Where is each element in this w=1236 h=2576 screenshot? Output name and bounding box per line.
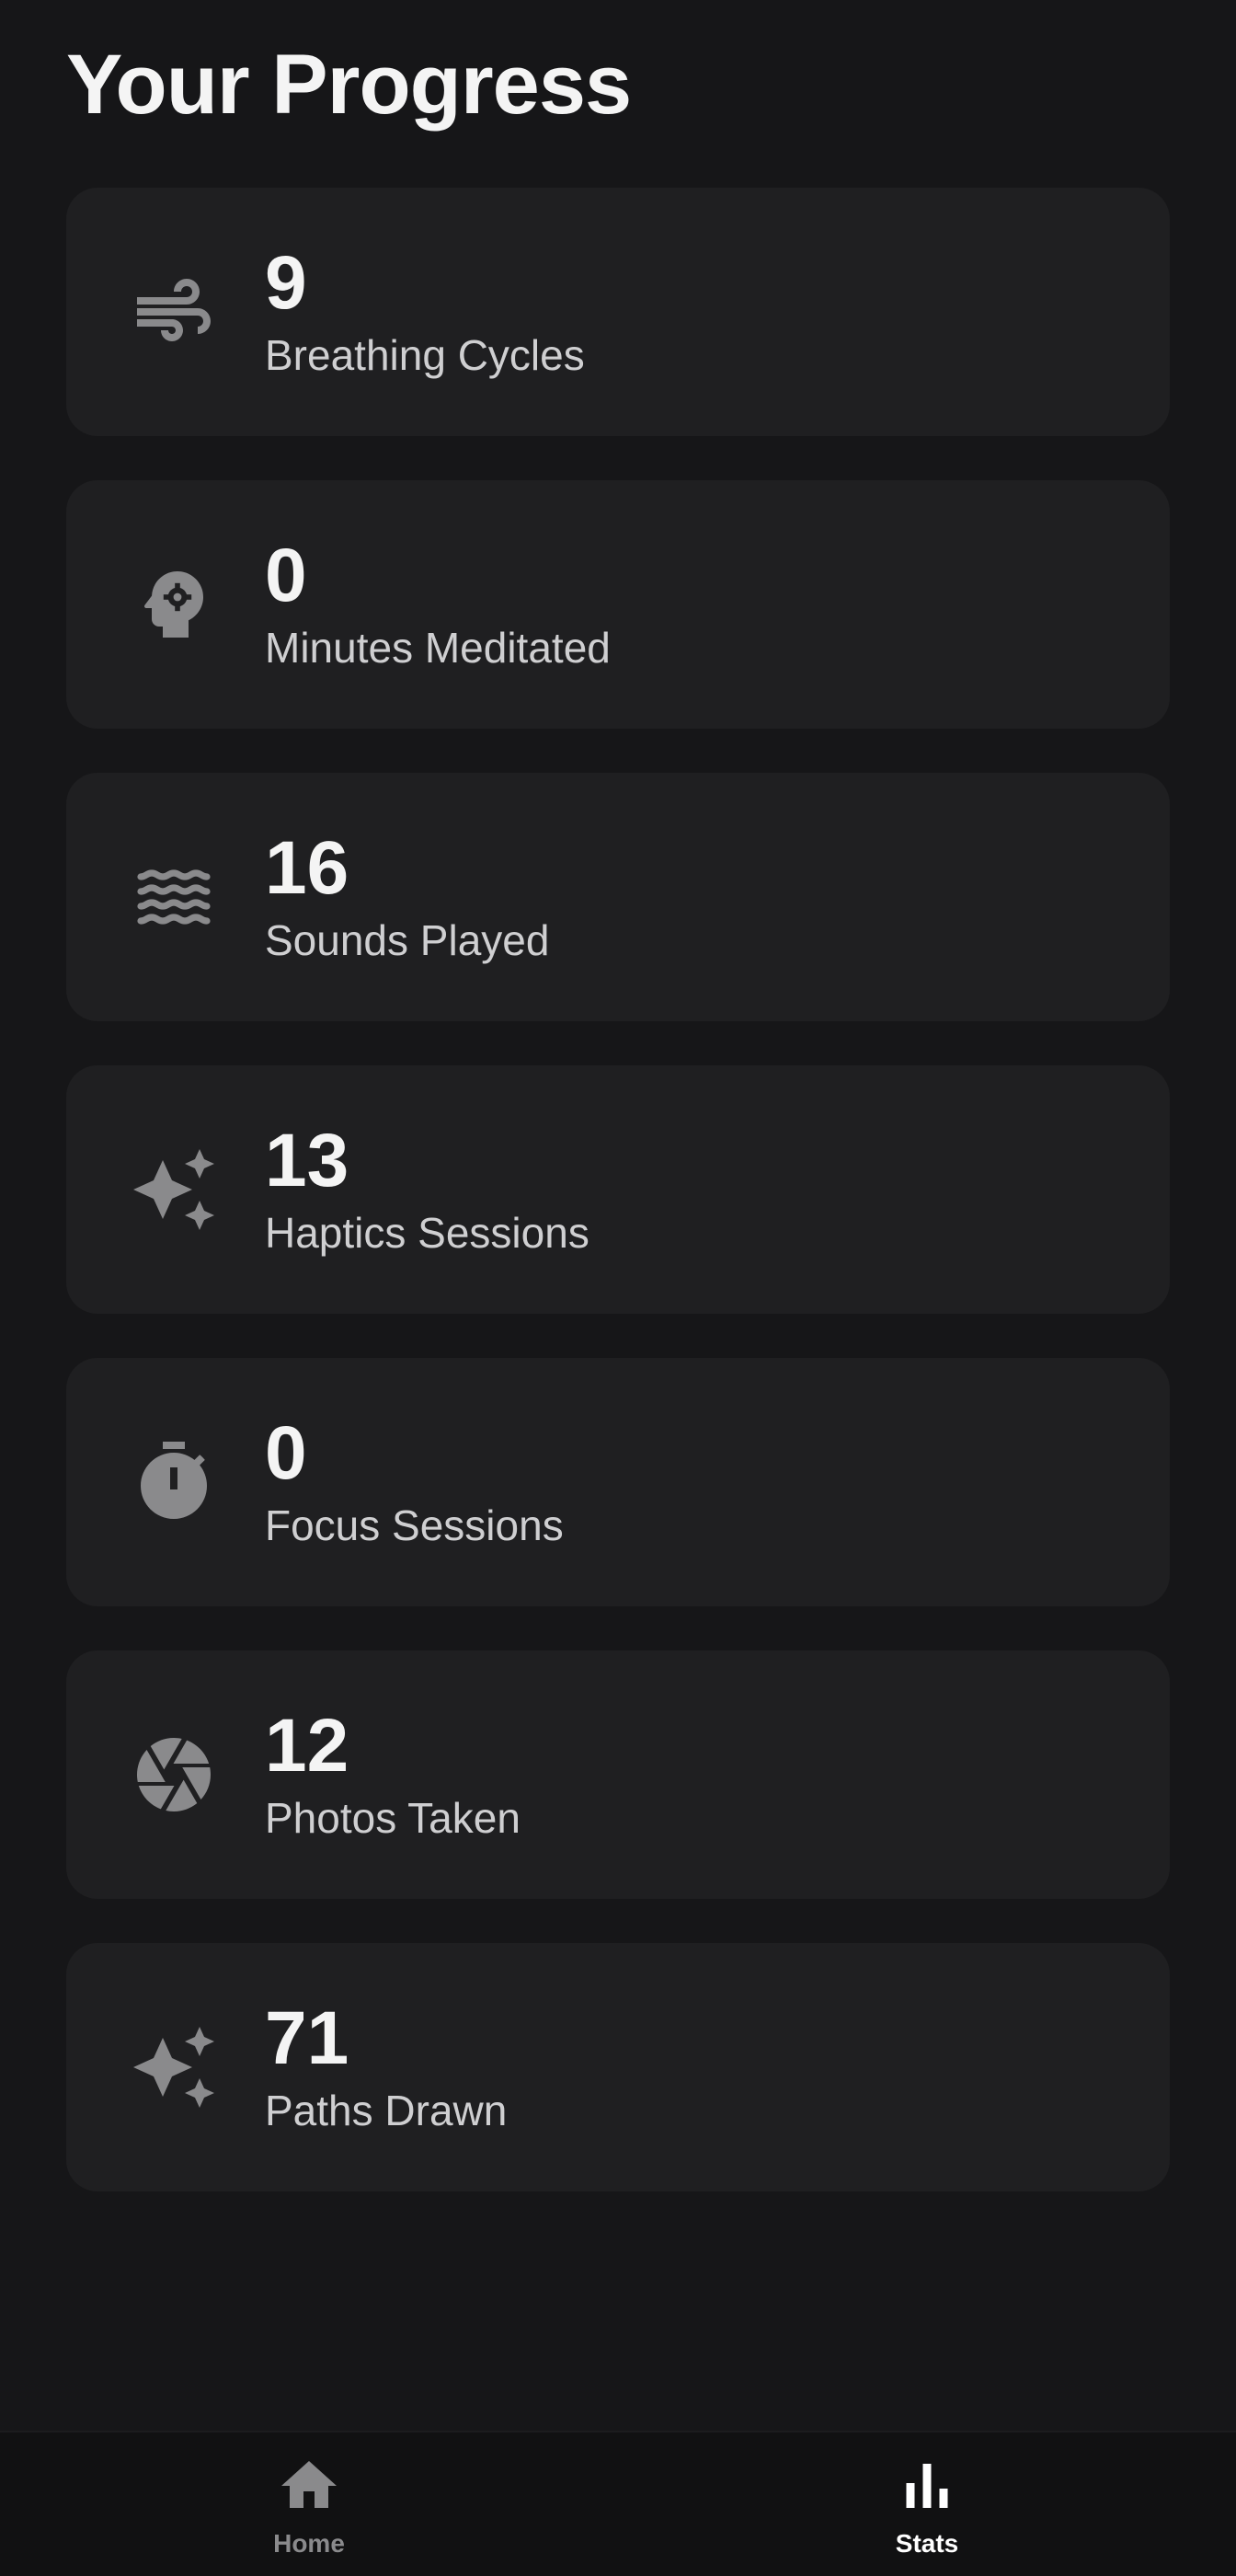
stat-value: 13 [265,1118,349,1202]
stat-value: 0 [265,1410,307,1495]
timer-icon [125,1433,223,1531]
stat-value: 16 [265,825,349,910]
stats-screen: Your Progress 9 Breathing Cycles 0 Minut… [0,0,1236,2576]
waves-icon [125,848,223,946]
stat-card-haptics-sessions: 13 Haptics Sessions [66,1065,1170,1314]
stat-label: Sounds Played [265,915,550,964]
stat-value: 71 [265,1995,349,2080]
home-icon [276,2453,342,2524]
head-gear-icon [125,556,223,653]
stat-label: Focus Sessions [265,1501,564,1549]
stat-value: 0 [265,533,307,617]
bottom-nav: Home Stats [0,2431,1236,2576]
stat-card-paths-drawn: 71 Paths Drawn [66,1943,1170,2191]
stat-card-sounds-played: 16 Sounds Played [66,773,1170,1021]
aperture-icon [125,1726,223,1823]
stat-label: Minutes Meditated [265,623,611,672]
stat-label: Paths Drawn [265,2086,508,2134]
nav-tab-home[interactable]: Home [0,2432,618,2576]
page-title: Your Progress [66,38,632,132]
sparkles-icon [125,2018,223,2116]
stat-value: 9 [265,240,307,325]
stat-card-breathing-cycles: 9 Breathing Cycles [66,188,1170,436]
stat-label: Breathing Cycles [265,330,585,379]
bar-chart-icon [894,2453,960,2524]
nav-tab-stats[interactable]: Stats [618,2432,1236,2576]
stat-card-minutes-meditated: 0 Minutes Meditated [66,480,1170,729]
stat-label: Photos Taken [265,1793,521,1842]
nav-label: Stats [895,2528,959,2558]
stat-card-focus-sessions: 0 Focus Sessions [66,1358,1170,1606]
stat-value: 12 [265,1703,349,1788]
stats-list: 9 Breathing Cycles 0 Minutes Meditated 1… [66,188,1170,2236]
stat-label: Haptics Sessions [265,1208,589,1257]
sparkles-icon [125,1141,223,1238]
stat-card-photos-taken: 12 Photos Taken [66,1650,1170,1899]
wind-icon [125,263,223,361]
nav-label: Home [273,2528,345,2558]
